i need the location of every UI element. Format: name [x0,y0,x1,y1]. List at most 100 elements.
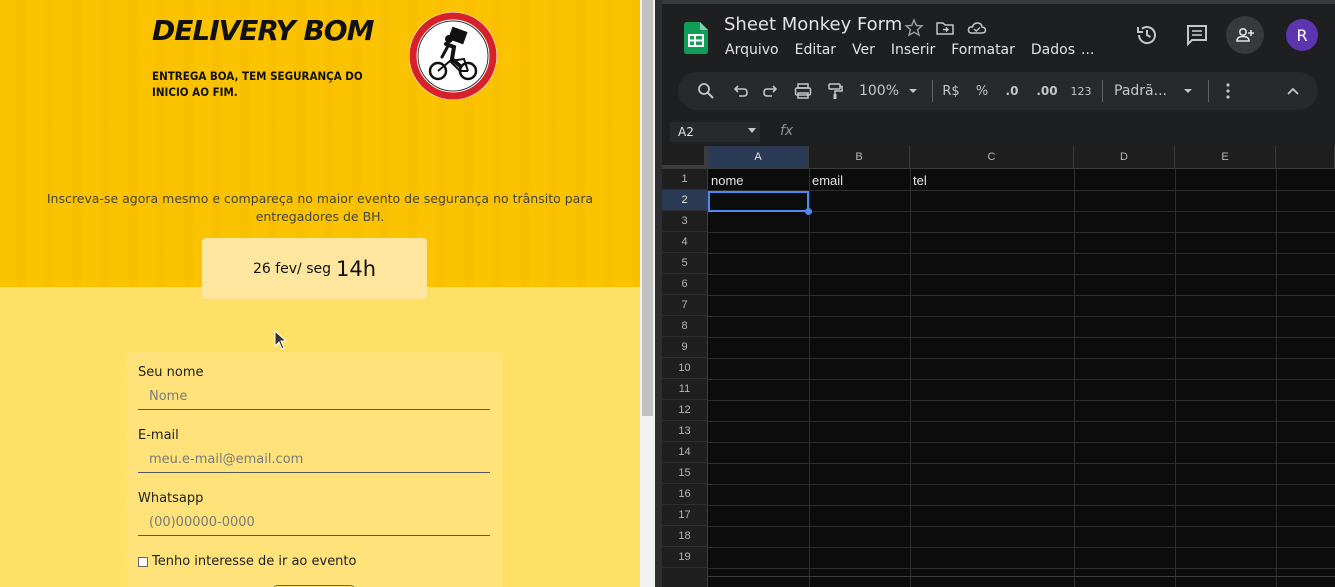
grid-line [708,337,1335,338]
row-header-16[interactable]: 16 [662,484,708,505]
row-header-20[interactable] [662,568,708,587]
menu-more[interactable]: ... [1081,42,1094,58]
row-header-1[interactable]: 1 [662,169,708,190]
row-header-19[interactable]: 19 [662,547,708,568]
grid-line [708,358,1335,359]
cloud-saved-icon[interactable] [967,18,987,38]
row-header-2[interactable]: 2 [662,190,708,211]
column-header-c[interactable]: C [910,146,1074,169]
row-header-15[interactable]: 15 [662,463,708,484]
row-header-18[interactable]: 18 [662,526,708,547]
scrollbar-thumb[interactable] [642,0,653,416]
formula-bar: A2 fx [662,118,1335,146]
selected-cell-a2[interactable] [708,191,809,212]
redo-icon[interactable] [761,81,781,101]
toolbar-separator [1102,80,1103,102]
name-box[interactable]: A2 [670,122,760,142]
star-icon[interactable] [904,18,924,38]
font-chevron-down-icon[interactable] [1181,81,1195,101]
cell-a1[interactable]: nome [708,170,809,191]
document-title[interactable]: Sheet Monkey Form [724,14,902,35]
window-divider [655,0,662,587]
grid-line [708,316,1335,317]
cell-b1[interactable]: email [809,170,910,191]
more-options-icon[interactable] [1220,81,1236,101]
event-description: Inscreva-se agora mesmo e compareça no m… [46,191,594,224]
row-header-7[interactable]: 7 [662,295,708,316]
name-box-chevron-down-icon[interactable] [748,128,756,134]
email-label: E-mail [138,428,179,443]
collapse-toolbar-icon[interactable] [1285,81,1301,101]
undo-icon[interactable] [730,81,750,101]
column-header-a[interactable]: A [708,146,809,169]
menu-ver[interactable]: Ver [852,42,875,58]
fx-icon: fx [780,123,794,139]
grid-line [708,568,1335,569]
row-header-4[interactable]: 4 [662,232,708,253]
landing-page: DELIVERY BOM ENTREGA BOA, TEM SEGURANÇA … [0,0,640,587]
column-header-e[interactable]: E [1175,146,1276,169]
menu-editar[interactable]: Editar [795,42,836,58]
whatsapp-input[interactable] [138,510,490,536]
grid-line [708,547,1335,548]
percent-format-button[interactable]: % [974,81,990,101]
row-header-5[interactable]: 5 [662,253,708,274]
name-input[interactable] [138,384,490,410]
grid-line [708,463,1335,464]
version-history-icon[interactable] [1135,23,1159,47]
toolbar: 100% R$ % .0 .00 123 Padrã... [678,72,1318,110]
column-header-b[interactable]: B [809,146,910,169]
menu-inserir[interactable]: Inserir [891,42,935,58]
select-all-corner[interactable] [662,146,708,169]
spreadsheet-grid[interactable]: A B C D E 1 2 3 4 5 6 7 8 9 10 11 12 13 … [662,146,1335,587]
move-folder-icon[interactable] [935,18,955,38]
font-select[interactable]: Padrã... [1114,81,1167,101]
zoom-select[interactable]: 100% [858,81,900,101]
row-header-14[interactable]: 14 [662,442,708,463]
row-header-9[interactable]: 9 [662,337,708,358]
interest-checkbox-row[interactable]: Tenho interesse de ir ao evento [138,554,356,569]
comments-icon[interactable] [1185,23,1209,47]
row-header-13[interactable]: 13 [662,421,708,442]
print-icon[interactable] [793,81,813,101]
email-input[interactable] [138,447,490,473]
row-header-8[interactable]: 8 [662,316,708,337]
grid-line [708,274,1335,275]
grid-line [708,526,1335,527]
search-icon[interactable] [696,81,716,101]
page-scrollbar[interactable] [640,0,655,587]
zoom-chevron-down-icon[interactable] [906,81,920,101]
row-header-17[interactable]: 17 [662,505,708,526]
window-top-edge [662,0,1335,4]
interest-checkbox[interactable] [138,556,148,567]
cell-c1[interactable]: tel [910,170,1074,191]
row-header-10[interactable]: 10 [662,358,708,379]
number-format-button[interactable]: 123 [1070,81,1092,101]
sheets-logo-icon[interactable] [684,22,708,54]
avatar[interactable]: R [1286,19,1318,51]
menu-formatar[interactable]: Formatar [951,42,1015,58]
share-button[interactable] [1226,16,1264,54]
column-header-d[interactable]: D [1074,146,1175,169]
paint-format-icon[interactable] [825,81,845,101]
menu-arquivo[interactable]: Arquivo [725,42,779,58]
menu-dados[interactable]: Dados [1031,42,1075,58]
grid-line [708,442,1335,443]
fill-handle[interactable] [805,208,812,215]
column-header-f[interactable] [1276,146,1335,169]
currency-format-button[interactable]: R$ [940,81,962,101]
grid-line [708,505,1335,506]
decrease-decimal-button[interactable]: .0 [1002,81,1022,101]
whatsapp-label: Whatsapp [138,491,204,506]
toolbar-separator [1208,80,1209,102]
grid-line [708,379,1335,380]
sheets-window: Sheet Monkey Form Arquivo Editar Ver Ins… [662,0,1335,587]
row-header-3[interactable]: 3 [662,211,708,232]
row-header-11[interactable]: 11 [662,379,708,400]
row-header-12[interactable]: 12 [662,400,708,421]
increase-decimal-button[interactable]: .00 [1034,81,1060,101]
row-header-6[interactable]: 6 [662,274,708,295]
grid-line [708,421,1335,422]
event-date: 26 fev/ seg [252,260,332,277]
event-time: 14h [336,256,377,281]
